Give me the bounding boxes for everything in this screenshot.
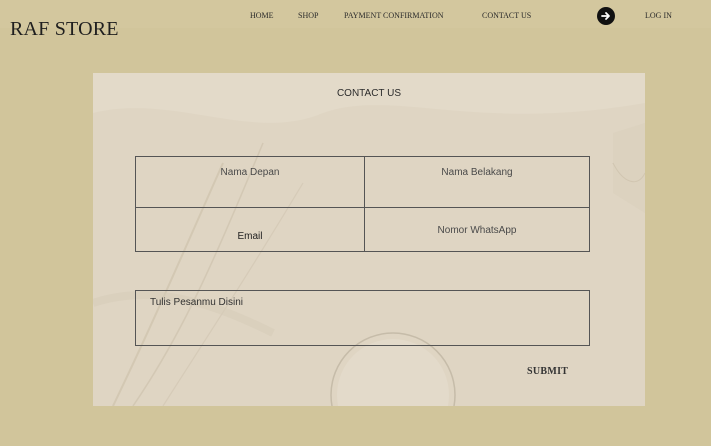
first-name-field[interactable]: Nama Depan: [136, 167, 364, 178]
brand-logo[interactable]: RAF STORE: [10, 18, 119, 41]
nav-shop-link[interactable]: SHOP: [298, 11, 318, 20]
nav-payment-confirmation-link[interactable]: PAYMENT CONFIRMATION: [344, 11, 444, 20]
email-field[interactable]: Email: [136, 231, 364, 242]
message-placeholder: Tulis Pesanmu Disini: [150, 297, 243, 308]
login-link[interactable]: LOG IN: [645, 11, 672, 20]
whatsapp-number-field[interactable]: Nomor WhatsApp: [365, 225, 589, 236]
form-title: CONTACT US: [336, 88, 402, 99]
contact-form-panel: CONTACT US Nama Depan Nama Belakang Emai…: [93, 73, 645, 406]
submit-button[interactable]: SUBMIT: [527, 366, 568, 377]
nav-contact-us-link[interactable]: CONTACT US: [482, 11, 531, 20]
contact-fields-grid: Nama Depan Nama Belakang Email Nomor Wha…: [135, 156, 590, 252]
nav-home-link[interactable]: HOME: [250, 11, 274, 20]
arrow-right-circle-icon[interactable]: [597, 7, 615, 25]
last-name-field[interactable]: Nama Belakang: [365, 167, 589, 178]
grid-divider-horizontal: [136, 207, 589, 208]
message-field[interactable]: Tulis Pesanmu Disini: [135, 290, 590, 346]
